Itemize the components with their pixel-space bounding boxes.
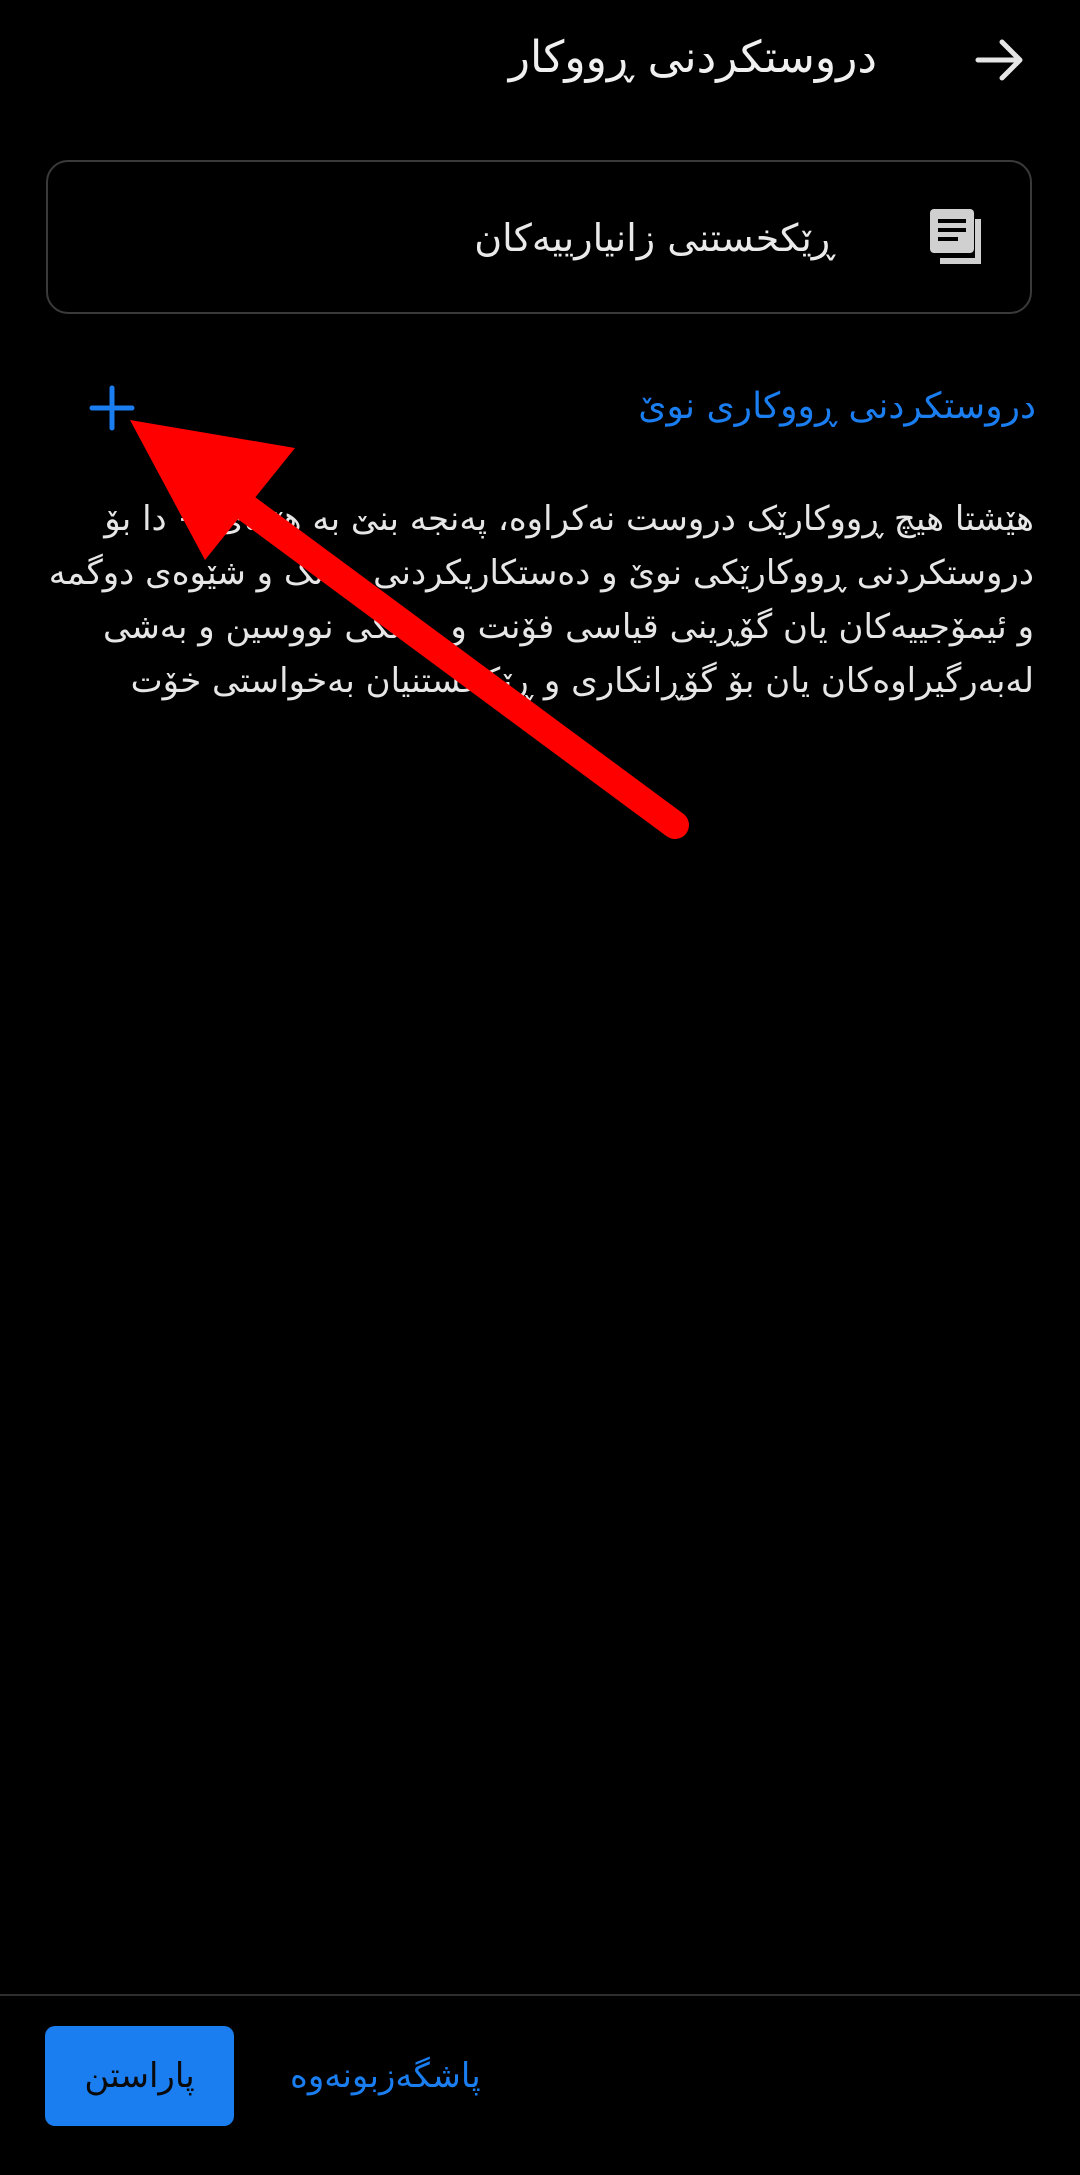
arrow-right-icon <box>975 39 1023 81</box>
create-new-theme-label[interactable]: دروستکردنی ڕووکاری نوێ <box>638 380 1036 434</box>
page-title: دروستکردنی ڕووکار <box>508 32 877 83</box>
bottom-divider <box>0 1994 1080 1996</box>
plus-icon[interactable] <box>88 384 136 432</box>
app-header: دروستکردنی ڕووکار <box>0 0 1080 120</box>
documents-icon <box>930 209 981 264</box>
empty-state-help-text: هێشتا هیچ ڕووکارێک دروست نەکراوە، پەنجە … <box>48 499 1034 701</box>
create-new-theme-row[interactable]: دروستکردنی ڕووکاری نوێ <box>46 372 1036 444</box>
data-settings-card[interactable]: ڕێکخستنی زانیارییەکان <box>46 160 1032 314</box>
back-button[interactable] <box>960 20 1040 100</box>
save-button[interactable]: پاراستن <box>45 2026 234 2126</box>
cancel-button[interactable]: پاشگەزبونەوە <box>290 2026 481 2126</box>
data-settings-label: ڕێکخستنی زانیارییەکان <box>474 216 835 260</box>
annotation-arrow <box>130 420 689 839</box>
